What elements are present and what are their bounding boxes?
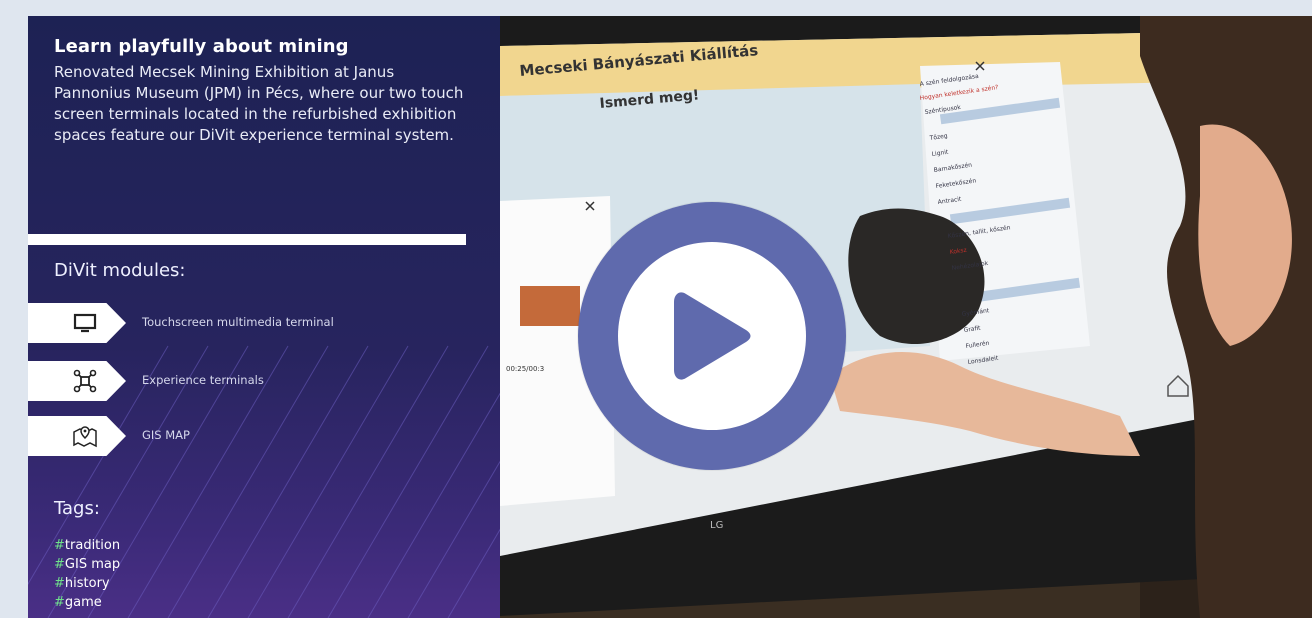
tag-link[interactable]: #history xyxy=(54,576,110,591)
network-icon xyxy=(73,369,97,393)
modules-title: DiVit modules: xyxy=(54,260,186,281)
panel-heading: Learn playfully about mining xyxy=(54,36,349,57)
tag-link[interactable]: #GIS map xyxy=(54,557,120,572)
play-icon xyxy=(674,292,751,380)
info-panel: Learn playfully about mining Renovated M… xyxy=(28,16,500,618)
content-frame: Learn playfully about mining Renovated M… xyxy=(28,16,1312,618)
module-touchscreen-terminal[interactable]: Touchscreen multimedia terminal xyxy=(28,303,428,343)
monitor-icon xyxy=(73,313,97,333)
module-label: Experience terminals xyxy=(142,373,264,387)
play-button[interactable] xyxy=(578,202,846,470)
tags-title: Tags: xyxy=(54,498,100,519)
tag-link[interactable]: #game xyxy=(54,595,102,610)
module-arrow-tab xyxy=(28,416,126,456)
video-time-text: 00:25/00:3 xyxy=(506,365,544,373)
module-arrow-tab xyxy=(28,303,126,343)
map-pin-icon xyxy=(73,426,97,448)
module-gis-map[interactable]: GIS MAP xyxy=(28,416,428,456)
brand-logo-text: LG xyxy=(710,520,723,531)
tag-link[interactable]: #tradition xyxy=(54,538,120,553)
divider-bar xyxy=(28,234,466,245)
module-arrow-tab xyxy=(28,361,126,401)
module-label: Touchscreen multimedia terminal xyxy=(142,315,334,329)
play-button-inner xyxy=(618,242,806,430)
module-experience-terminals[interactable]: Experience terminals xyxy=(28,361,428,401)
panel-intro-text: Renovated Mecsek Mining Exhibition at Ja… xyxy=(54,63,464,144)
module-label: GIS MAP xyxy=(142,428,190,442)
